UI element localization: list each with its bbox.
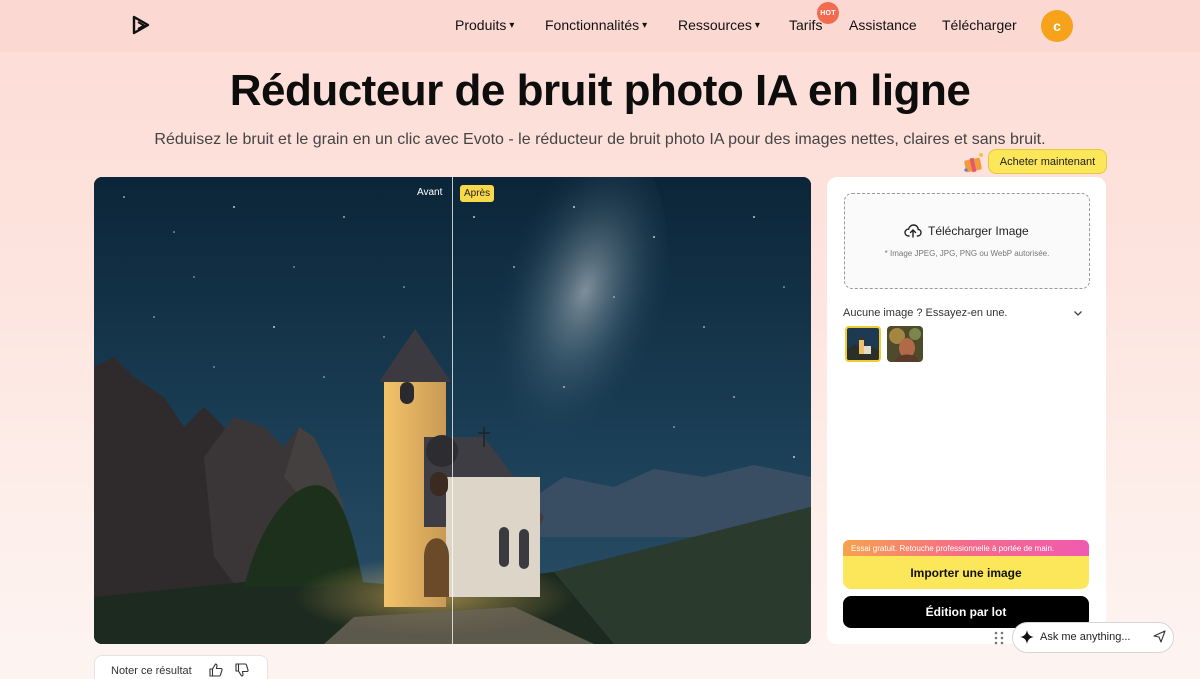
sample-portrait-image — [887, 326, 923, 362]
thumbs-down-icon[interactable] — [235, 663, 249, 677]
before-label: Avant — [417, 187, 443, 198]
ask-placeholder[interactable]: Ask me anything... — [1040, 631, 1131, 643]
upload-image-label: Télécharger Image — [928, 224, 1029, 238]
page-subtitle: Réduisez le bruit et le grain en un clic… — [154, 131, 1046, 148]
chevron-down-icon: ▾ — [509, 19, 515, 31]
after-label: Après — [460, 185, 495, 202]
compare-divider[interactable] — [452, 177, 453, 644]
thumbs-up-icon[interactable] — [209, 663, 223, 677]
nav-ressources[interactable]: Ressources ▾ — [678, 17, 760, 33]
nav-assistance[interactable]: Assistance — [849, 17, 917, 33]
upload-cloud-icon — [904, 224, 922, 238]
sparkle-icon — [1020, 630, 1034, 644]
chevron-down-icon: ▾ — [642, 19, 648, 31]
nav-ressources-label: Ressources — [678, 17, 752, 33]
page-title: Réducteur de bruit photo IA en ligne — [229, 66, 971, 115]
sample-images-toggle[interactable]: Aucune image ? Essayez-en une. — [843, 307, 1083, 319]
drag-handle-icon[interactable] — [994, 631, 1004, 645]
avatar[interactable]: c — [1041, 10, 1073, 42]
sample-chapel-image — [847, 328, 879, 360]
send-icon[interactable] — [1153, 630, 1166, 643]
rating-label: Noter ce résultat — [111, 665, 192, 677]
chevron-down-icon: ▾ — [754, 19, 760, 31]
upload-image-button[interactable]: Télécharger Image — [904, 223, 1029, 239]
nav-produits-label: Produits — [455, 17, 507, 33]
sample-thumbnail-chapel[interactable] — [845, 326, 881, 362]
import-image-button[interactable]: Importer une image — [843, 556, 1089, 589]
nav-fonctionnalites-label: Fonctionnalités — [545, 17, 640, 33]
nav-produits[interactable]: Produits ▾ — [455, 17, 514, 33]
upload-dropzone[interactable] — [844, 193, 1090, 289]
nav-tarifs[interactable]: Tarifs — [789, 17, 822, 33]
hot-badge: HOT — [817, 2, 839, 24]
gift-box-icon — [964, 153, 983, 173]
nav-tarifs-label: Tarifs — [789, 17, 823, 33]
upload-hint: * Image JPEG, JPG, PNG ou WebP autorisée… — [884, 249, 1050, 258]
buy-now-button[interactable]: Acheter maintenant — [988, 149, 1107, 174]
nav-telecharger-label: Télécharger — [942, 17, 1017, 33]
nav-telecharger[interactable]: Télécharger — [942, 17, 1017, 33]
nav-assistance-label: Assistance — [849, 17, 917, 33]
nav-fonctionnalites[interactable]: Fonctionnalités ▾ — [545, 17, 647, 33]
app-logo-icon[interactable] — [130, 13, 152, 39]
chevron-down-icon[interactable] — [1072, 307, 1084, 319]
sample-thumbnail-portrait[interactable] — [887, 326, 923, 362]
